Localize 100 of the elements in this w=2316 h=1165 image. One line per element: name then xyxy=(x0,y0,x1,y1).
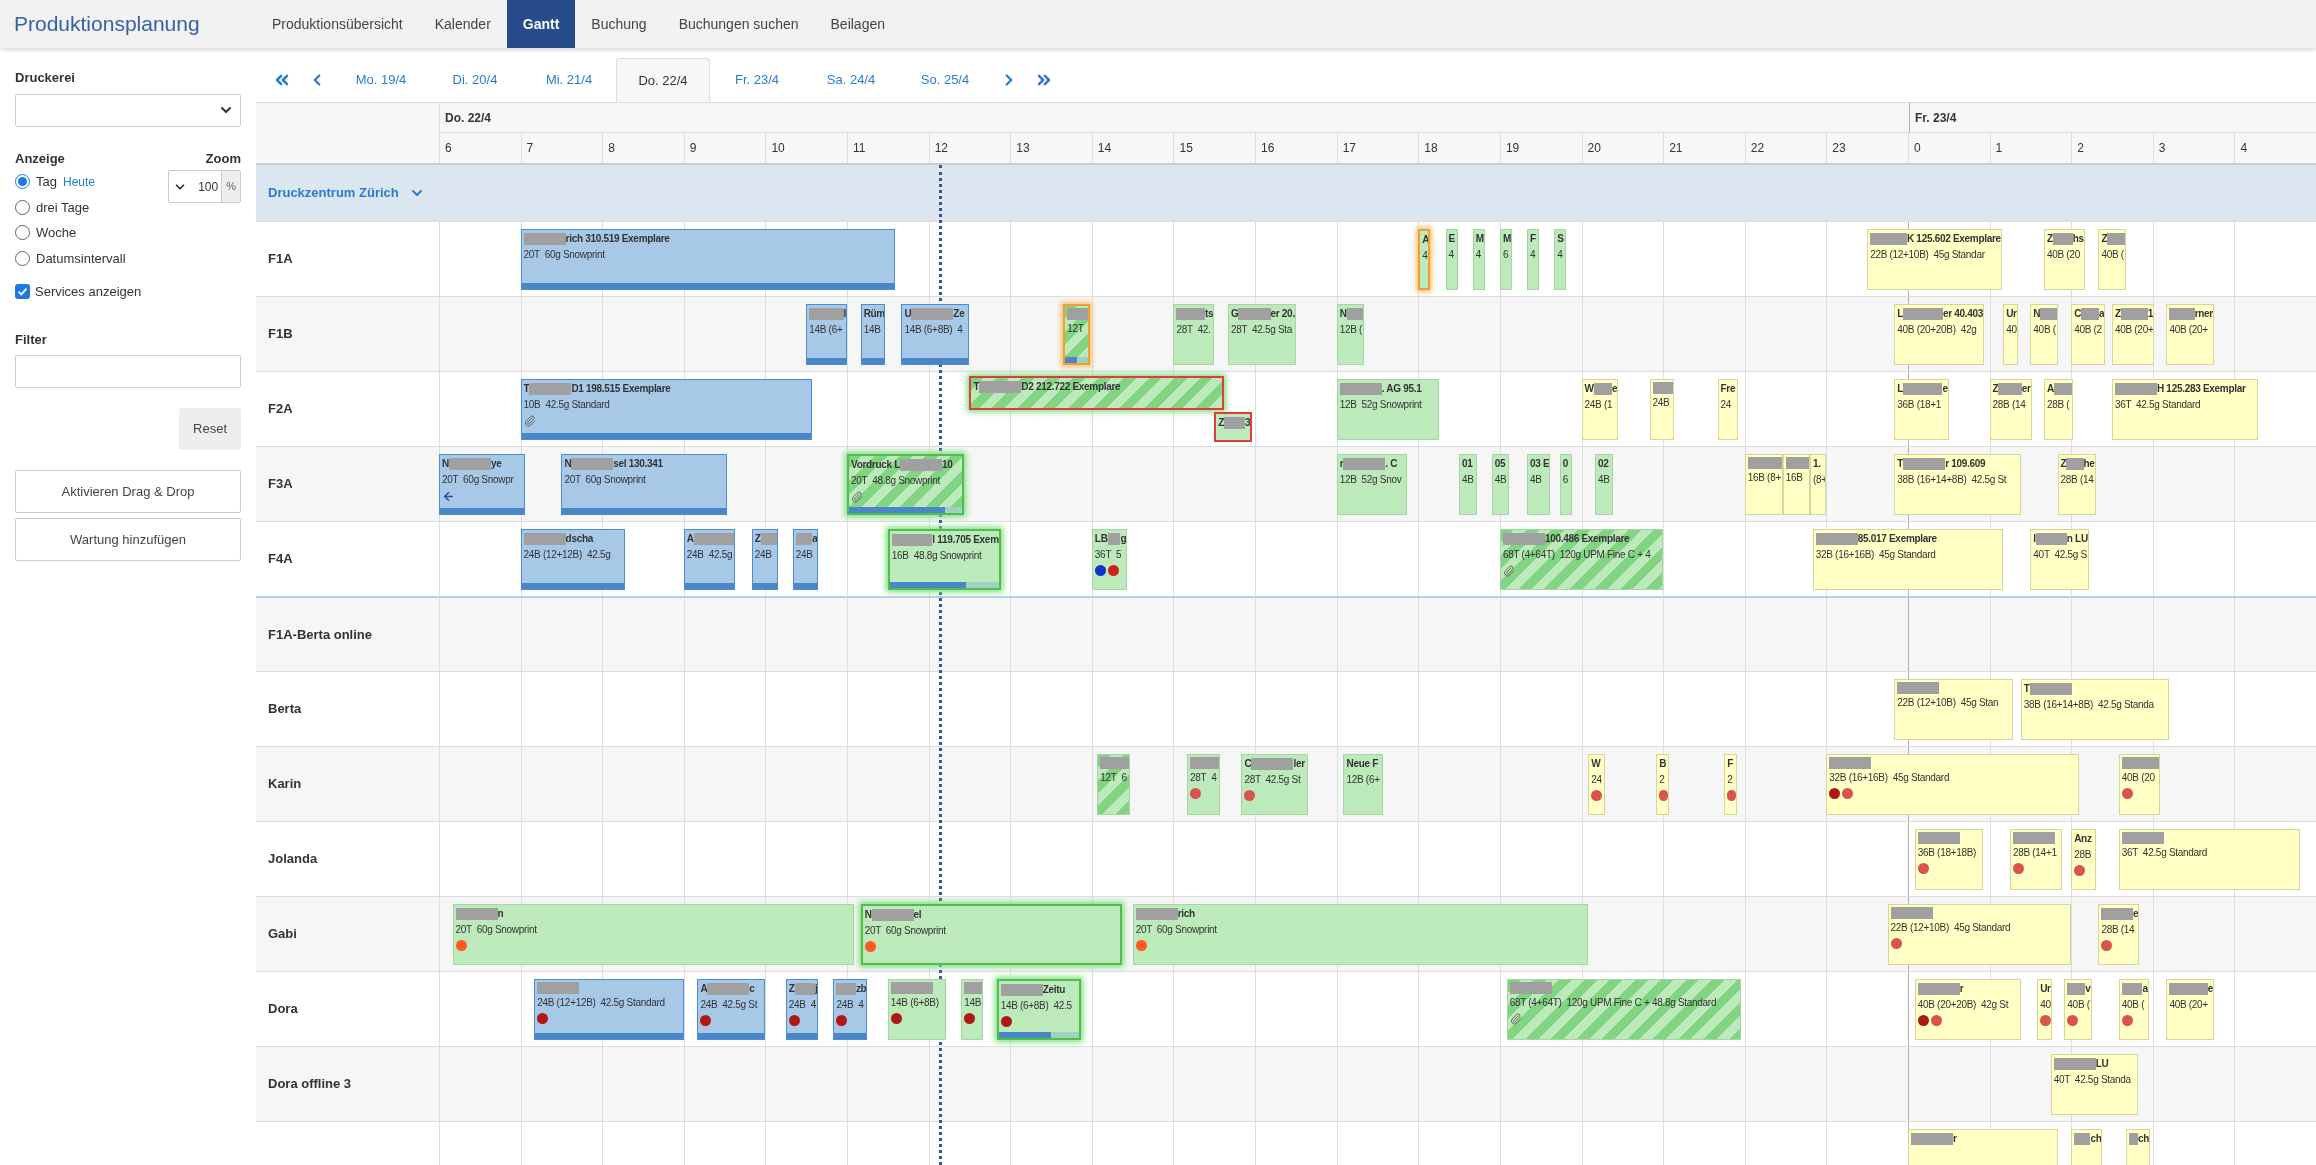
gantt-bar[interactable]: a 24B xyxy=(792,529,819,590)
gantt-bar[interactable]: 100.486 Exemplare 68T (4+64T) 120g UPM Fine C + 4 xyxy=(1499,529,1664,590)
gantt-bar[interactable]: Neue F 12B (6+ xyxy=(1343,754,1383,815)
gantt-bar[interactable]: Fre 24 xyxy=(1717,379,1738,440)
gantt-bar[interactable]: ch xyxy=(2071,1129,2103,1165)
gantt-bar[interactable]: M 4 xyxy=(1472,229,1485,290)
gantt-bar[interactable]: 16B xyxy=(1782,454,1810,515)
gantt-bar[interactable]: N sel 130.341 20T 60g Snowprint xyxy=(561,454,728,515)
gantt-bar[interactable]: 01 4B xyxy=(1459,454,1477,515)
gantt-bar[interactable]: 40B (20 xyxy=(2118,754,2160,815)
gantt-bar[interactable]: v 40B ( xyxy=(2064,979,2092,1040)
gantt-bar[interactable]: 24B xyxy=(1649,379,1674,440)
date-tab[interactable]: Mo. 19/4 xyxy=(334,58,428,102)
gantt-bar[interactable]: Z er 28B (14 xyxy=(1989,379,2032,440)
today-link[interactable]: Heute xyxy=(62,172,95,191)
gantt-bar[interactable]: G er 20. 28T 42.5g Sta xyxy=(1227,304,1296,365)
gantt-bar[interactable]: 22B (12+10B) 45g Stan xyxy=(1894,679,2013,740)
gantt-bar[interactable]: W e 24B (1 xyxy=(1581,379,1619,440)
gantt-bar[interactable]: L e 36B (18+1 xyxy=(1894,379,1949,440)
gantt-bar[interactable]: 68T (4+64T) 120g UPM Fine C + 48.8g Standard xyxy=(1506,979,1741,1040)
gantt-bar[interactable]: 0 6 xyxy=(1559,454,1572,515)
gantt-bar[interactable]: 02 4B xyxy=(1595,454,1613,515)
zoom-field[interactable]: 100 % xyxy=(168,170,241,203)
gantt-bar[interactable]: Z hs 40B (20 xyxy=(2043,229,2085,290)
date-tab[interactable]: So. 25/4 xyxy=(898,58,992,102)
gantt-bar[interactable]: Z 40B ( xyxy=(2098,229,2126,290)
gantt-bar[interactable]: Zeitu 14B (6+8B) 42.5 xyxy=(996,979,1081,1040)
gantt-bar[interactable]: T D1 198.515 Exemplare 10B 42.5g Standard xyxy=(520,379,812,440)
gantt-bar[interactable]: 03 E 4B xyxy=(1527,454,1551,515)
gantt-bar[interactable]: Vordruck L 10 20T 48.8g Snowprint xyxy=(847,454,964,515)
nav-tab[interactable]: Gantt xyxy=(506,0,576,48)
gantt-bar[interactable]: Z j 24B 4 xyxy=(785,979,819,1040)
gantt-bar[interactable]: W 24 xyxy=(1588,754,1605,815)
gantt-bar[interactable]: Z 1 40B (20+ xyxy=(2111,304,2155,365)
reset-button[interactable]: Reset xyxy=(179,408,241,450)
gantt-bar[interactable]: zb 24B 4 xyxy=(833,979,868,1040)
gantt-bar[interactable]: E 4 xyxy=(1445,229,1458,290)
gantt-bar[interactable]: B 2 xyxy=(1656,754,1669,815)
gantt-bar[interactable]: N 12B ( xyxy=(1336,304,1364,365)
gantt-bar[interactable]: ts 28T 42. xyxy=(1173,304,1215,365)
gantt-bar[interactable]: 12T xyxy=(1063,304,1091,365)
gantt-bar[interactable]: ch xyxy=(2125,1129,2151,1165)
gantt-bar[interactable]: L er 40.403 40B (20+20B) 42g xyxy=(1894,304,1985,365)
date-tab[interactable]: Mi. 21/4 xyxy=(522,58,616,102)
gantt-bar[interactable]: 32B (16+16B) 45g Standard xyxy=(1826,754,2080,815)
gantt-bar[interactable]: T 38B (16+14+8B) 42.5g Standa xyxy=(2020,679,2170,740)
nav-tab[interactable]: Buchung xyxy=(575,0,663,48)
checkbox[interactable] xyxy=(15,284,30,300)
gantt-bar[interactable]: 12T 6 xyxy=(1097,754,1130,815)
gantt-bar[interactable]: S 4 xyxy=(1554,229,1567,290)
gantt-bar[interactable]: r . C 12B 52g Snov xyxy=(1336,454,1408,515)
gantt-bar[interactable]: N ye 20T 60g Snowpr xyxy=(439,454,525,515)
gantt-bar[interactable]: 28B (14+1 xyxy=(2009,829,2062,890)
gantt-bar[interactable]: l 119.705 Exem 16B 48.8g Snowprint xyxy=(887,529,1001,590)
gantt-bar[interactable]: 22B (12+10B) 45g Standard xyxy=(1887,904,2072,965)
gantt-bar[interactable]: I n LU 40T 42.5g S xyxy=(2030,529,2089,590)
date-tab[interactable]: Do. 22/4 xyxy=(616,58,710,102)
gantt-bar[interactable]: K 125.602 Exemplare 22B (12+10B) 45g Standar xyxy=(1867,229,2002,290)
nav-tab[interactable]: Kalender xyxy=(418,0,507,48)
gantt-bar[interactable]: 36T 42.5g Standard xyxy=(2118,829,2300,890)
gantt-bar[interactable]: r 40B (20+20B) 42g St xyxy=(1914,979,2021,1040)
gantt-bar[interactable]: F 2 xyxy=(1724,754,1737,815)
gantt-bar[interactable]: Rüm 14B xyxy=(860,304,886,365)
gantt-bar[interactable]: C ler 28T 42.5g St xyxy=(1241,754,1309,815)
gantt-bar[interactable]: Z he 28B (14 xyxy=(2057,454,2096,515)
gantt-bar[interactable]: Anz 28B xyxy=(2071,829,2096,890)
gantt-bar[interactable]: e 40B (20+ xyxy=(2166,979,2214,1040)
gantt-bar[interactable]: Z 24B xyxy=(751,529,778,590)
gantt-bar[interactable]: N 40B ( xyxy=(2030,304,2058,365)
gantt-bar[interactable]: 85.017 Exemplare 32B (16+16B) 45g Standard xyxy=(1812,529,2004,590)
gantt-bar[interactable]: 16B (8+ xyxy=(1744,454,1783,515)
gantt-bar[interactable]: Ur 40 xyxy=(2037,979,2053,1040)
gantt-bar[interactable]: A 4 xyxy=(1418,229,1431,290)
gantt-bar[interactable]: rner 40B (20+ xyxy=(2166,304,2214,365)
gantt-bar[interactable]: 36B (18+18B) xyxy=(1914,829,1983,890)
gantt-bar[interactable]: r xyxy=(1907,1129,2058,1165)
gantt-bar[interactable]: Z 3 xyxy=(1214,412,1253,442)
gantt-bar[interactable]: 14B xyxy=(961,979,984,1040)
gantt-bar[interactable]: M 6 xyxy=(1499,229,1512,290)
gantt-bar[interactable]: N el 20T 60g Snowprint xyxy=(860,904,1122,965)
sidebar-button[interactable]: Wartung hinzufügen xyxy=(15,518,241,561)
gantt-bar[interactable]: U Ze 14B (6+8B) 4 xyxy=(901,304,970,365)
gantt-bar[interactable]: n 20T 60g Snowprint xyxy=(452,904,854,965)
gantt-bar[interactable]: dscha 24B (12+12B) 42.5g xyxy=(520,529,626,590)
nav-tab[interactable]: Buchungen suchen xyxy=(662,0,815,48)
gantt-bar[interactable]: Ur 40 xyxy=(2003,304,2019,365)
gantt-bar[interactable]: F 4 xyxy=(1527,229,1540,290)
gantt-bar[interactable]: A 28B ( xyxy=(2043,379,2073,440)
gantt-bar[interactable]: 14B (6+8B) xyxy=(887,979,947,1040)
gantt-bar[interactable]: rich 20T 60g Snowprint xyxy=(1132,904,1589,965)
gantt-bar[interactable]: A c 24B 42.5g St xyxy=(697,979,766,1040)
date-tab[interactable]: Sa. 24/4 xyxy=(804,58,898,102)
gantt-bar[interactable]: e 28B (14 xyxy=(2098,904,2140,965)
sidebar-button[interactable]: Aktivieren Drag & Drop xyxy=(15,470,241,513)
gantt-bar[interactable]: 24B (12+12B) 42.5g Standard xyxy=(534,979,684,1040)
gantt-bar[interactable]: A 24B 42.5g xyxy=(683,529,736,590)
nav-tab[interactable]: Beilagen xyxy=(814,0,901,48)
gantt-bar[interactable]: T D2 212.722 Exemplare xyxy=(969,376,1224,410)
gantt-bar[interactable]: LU 40T 42.5g Standa xyxy=(2050,1054,2138,1115)
gantt-bar[interactable]: 05 4B xyxy=(1491,454,1510,515)
